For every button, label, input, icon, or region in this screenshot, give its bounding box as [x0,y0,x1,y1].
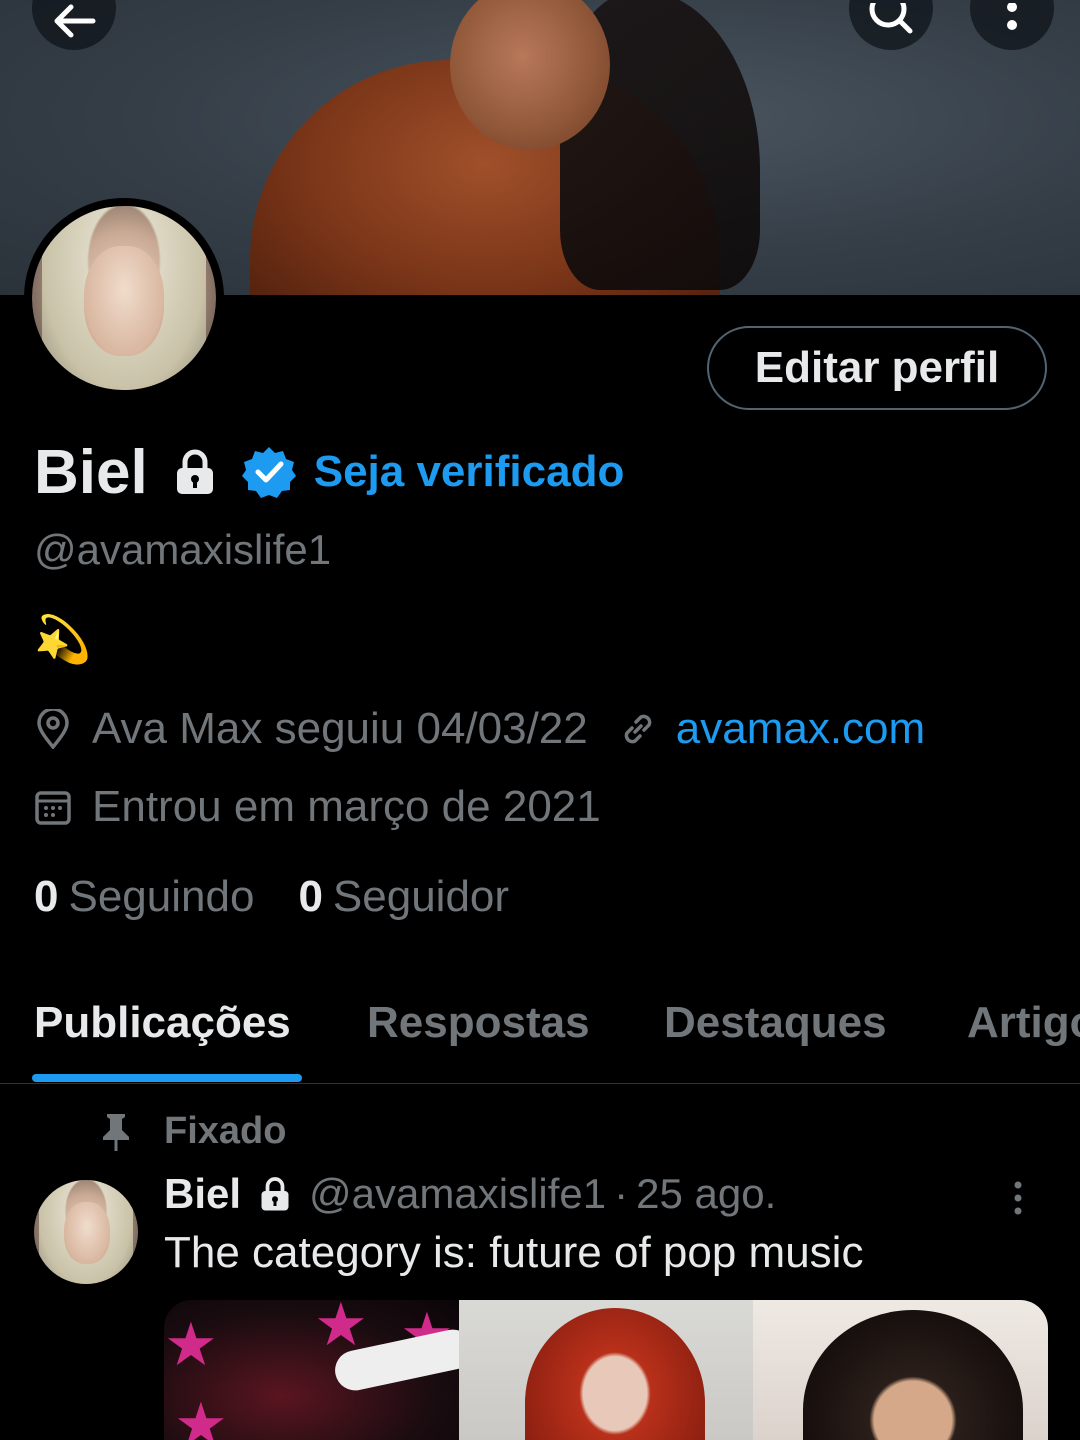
post-header: Biel @avamaxislife1 · 25 ago. [164,1170,776,1218]
profile-handle: @avamaxislife1 [34,526,332,573]
meta-row-joined: Entrou em março de 2021 [34,782,601,832]
profile-avatar[interactable] [24,198,224,398]
following-link[interactable]: 0 Seguindo [34,872,254,922]
tab-respostas[interactable]: Respostas [367,998,590,1048]
edit-profile-button[interactable]: Editar perfil [707,326,1047,410]
pinned-indicator: Fixado [98,1110,286,1153]
post-media-image-3[interactable] [753,1300,1048,1440]
active-tab-indicator [32,1074,302,1082]
profile-tabs: Publicações Respostas Destaques Artigos [0,990,1080,1084]
post-media-image-2[interactable] [458,1300,754,1440]
followers-link[interactable]: 0 Seguidor [298,872,509,922]
profile-bio: 💫 [34,613,92,665]
post-author-handle[interactable]: @avamaxislife1 [309,1170,606,1218]
post-author-avatar[interactable] [34,1180,138,1284]
profile-joined-date: Entrou em março de 2021 [92,782,601,831]
get-verified-link[interactable]: Seja verificado [314,447,625,497]
verified-badge-icon[interactable] [241,445,296,499]
post-more-button[interactable] [1012,1180,1024,1221]
avatar-image [32,206,216,390]
profile-location: Ava Max seguiu 04/03/22 [92,704,588,753]
tab-artigos[interactable]: Artigos [967,998,1080,1048]
tab-destaques[interactable]: Destaques [664,998,887,1048]
post-media-grid: ★ ★ ★ ★ [164,1300,1048,1440]
post-separator: · [614,1170,629,1217]
followers-label: Seguidor [332,872,510,921]
post-author-name[interactable]: Biel [164,1170,241,1218]
post-media-image-1[interactable]: ★ ★ ★ ★ [164,1300,459,1440]
follow-stats: 0 Seguindo 0 Seguidor [34,872,553,922]
calendar-icon [34,788,78,826]
lock-icon [174,448,216,496]
following-label: Seguindo [68,872,255,921]
tab-publicacoes[interactable]: Publicações [34,998,291,1048]
name-row: Biel Seja verificado [34,436,624,508]
following-count: 0 [34,872,59,921]
profile-website-link[interactable]: avamax.com [676,704,925,754]
more-vertical-icon [1006,0,1018,44]
followers-count: 0 [298,872,323,921]
pinned-label: Fixado [164,1110,287,1152]
lock-icon [259,1176,291,1212]
meta-row-location: Ava Max seguiu 04/03/22 avamax.com [34,704,925,754]
location-pin-icon [34,709,78,749]
pin-icon [98,1112,164,1152]
display-name: Biel [34,437,148,507]
more-vertical-icon [1012,1181,1024,1220]
search-icon [866,0,916,44]
link-icon [618,709,662,749]
arrow-left-icon [51,0,97,44]
post-date[interactable]: 25 ago. [636,1170,776,1218]
post-text: The category is: future of pop music [164,1228,864,1277]
